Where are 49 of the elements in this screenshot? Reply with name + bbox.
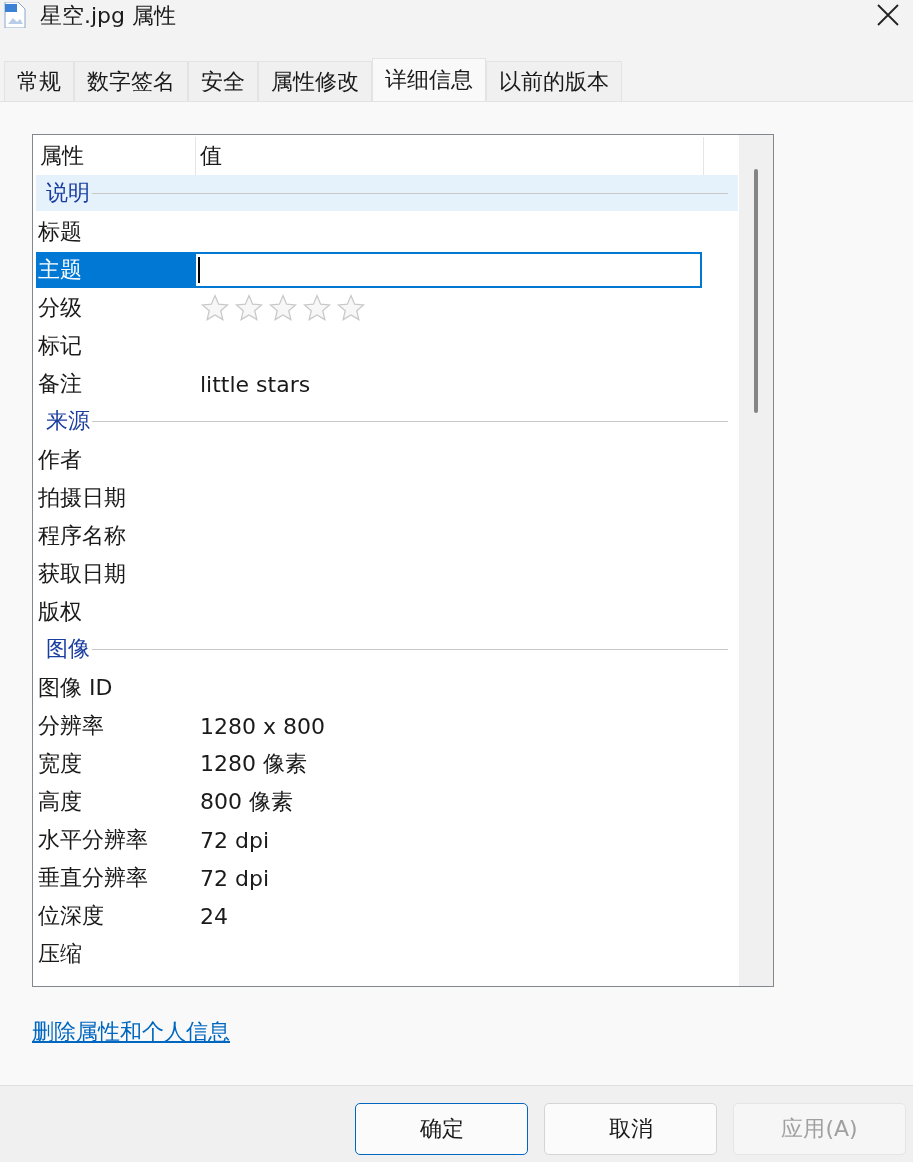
property-name[interactable]: 作者 (36, 442, 194, 478)
dialog-button[interactable]: 确定 (355, 1103, 528, 1155)
property-name[interactable]: 宽度 (36, 746, 194, 782)
tab[interactable]: 数字签名 (74, 61, 188, 101)
star-icon[interactable] (302, 293, 332, 323)
tab[interactable]: 以前的版本 (486, 61, 622, 101)
star-icon[interactable] (268, 293, 298, 323)
window-title: 星空.jpg 属性 (40, 2, 177, 30)
property-name[interactable]: 标记 (36, 328, 194, 364)
property-name[interactable]: 图像 ID (36, 670, 194, 706)
property-value: 1280 x 800 (199, 713, 325, 739)
star-icon[interactable] (234, 293, 264, 323)
property-value: 72 dpi (199, 827, 270, 853)
group-row[interactable]: 来源 (36, 403, 738, 439)
scrollbar[interactable] (739, 135, 773, 986)
star-icon[interactable] (200, 293, 230, 323)
property-name[interactable]: 版权 (36, 594, 194, 630)
property-value: 24 (199, 903, 228, 929)
property-name[interactable]: 垂直分辨率 (36, 860, 194, 896)
dialog-button[interactable]: 取消 (544, 1103, 717, 1155)
property-name[interactable]: 备注 (36, 366, 194, 402)
tab[interactable]: 安全 (188, 61, 258, 101)
property-name[interactable]: 分级 (36, 290, 194, 326)
group-row[interactable]: 说明 (36, 175, 738, 211)
property-name[interactable]: 压缩 (36, 936, 194, 972)
input-field[interactable] (194, 252, 702, 288)
tab[interactable]: 详细信息 (372, 58, 486, 101)
group-label: 图像 (46, 635, 90, 663)
property-name[interactable]: 程序名称 (36, 518, 194, 554)
tab[interactable]: 属性修改 (258, 61, 372, 101)
remove-properties-link[interactable]: 删除属性和个人信息 (32, 1017, 230, 1047)
property-name[interactable]: 主题 (36, 252, 194, 288)
property-name[interactable]: 位深度 (36, 898, 194, 934)
property-name[interactable]: 标题 (36, 214, 194, 250)
group-label: 说明 (46, 179, 90, 207)
group-label: 来源 (46, 407, 90, 435)
property-value: little stars (199, 371, 311, 397)
property-name[interactable]: 分辨率 (36, 708, 194, 744)
property-value: 1280 像素 (199, 750, 307, 778)
property-name[interactable]: 水平分辨率 (36, 822, 194, 858)
tab[interactable]: 常规 (4, 61, 74, 101)
group-row[interactable]: 图像 (36, 631, 738, 667)
star-icon[interactable] (336, 293, 366, 323)
property-value: 72 dpi (199, 865, 270, 891)
property-name[interactable]: 拍摄日期 (36, 480, 194, 516)
property-name[interactable]: 获取日期 (36, 556, 194, 592)
property-name[interactable]: 高度 (36, 784, 194, 820)
property-value: 800 像素 (199, 788, 293, 816)
close-icon[interactable] (875, 2, 901, 28)
